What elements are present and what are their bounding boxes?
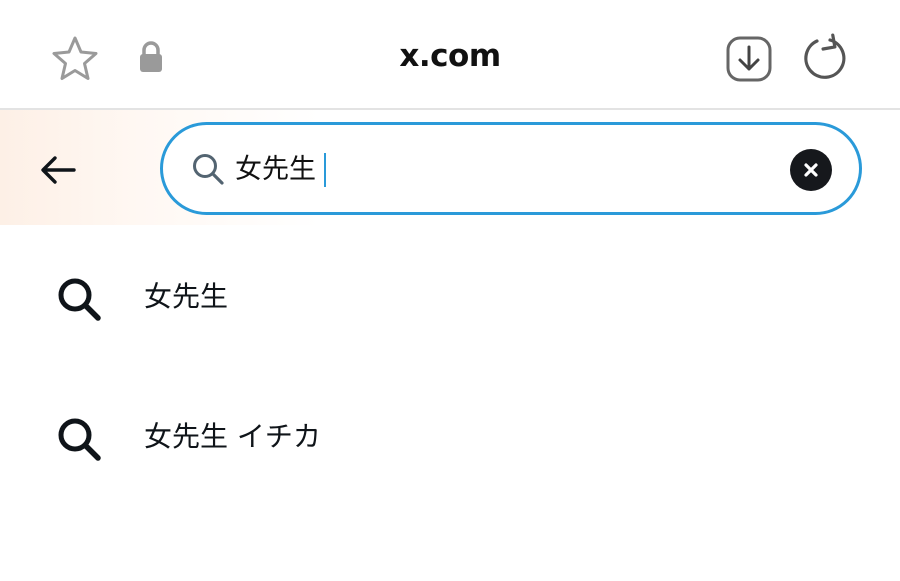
text-caret (323, 153, 326, 187)
search-suggestion-item[interactable]: 女先生 イチカ (0, 383, 900, 493)
download-icon[interactable] (724, 34, 774, 84)
reload-icon[interactable] (800, 32, 850, 84)
back-button[interactable] (30, 148, 86, 192)
suggestion-label: 女先生 イチカ (144, 420, 321, 453)
arrow-left-icon (41, 156, 76, 184)
search-suggestion-item[interactable]: 女先生 (0, 243, 900, 353)
search-icon (58, 278, 101, 321)
search-icon (193, 154, 224, 185)
browser-toolbar: x.com (0, 0, 900, 110)
suggestion-label: 女先生 (144, 280, 229, 313)
search-field[interactable] (160, 122, 862, 215)
search-input[interactable] (235, 147, 765, 193)
close-icon (804, 163, 818, 177)
clear-search-button[interactable] (790, 149, 832, 191)
search-icon (58, 418, 101, 461)
search-header (0, 110, 900, 225)
